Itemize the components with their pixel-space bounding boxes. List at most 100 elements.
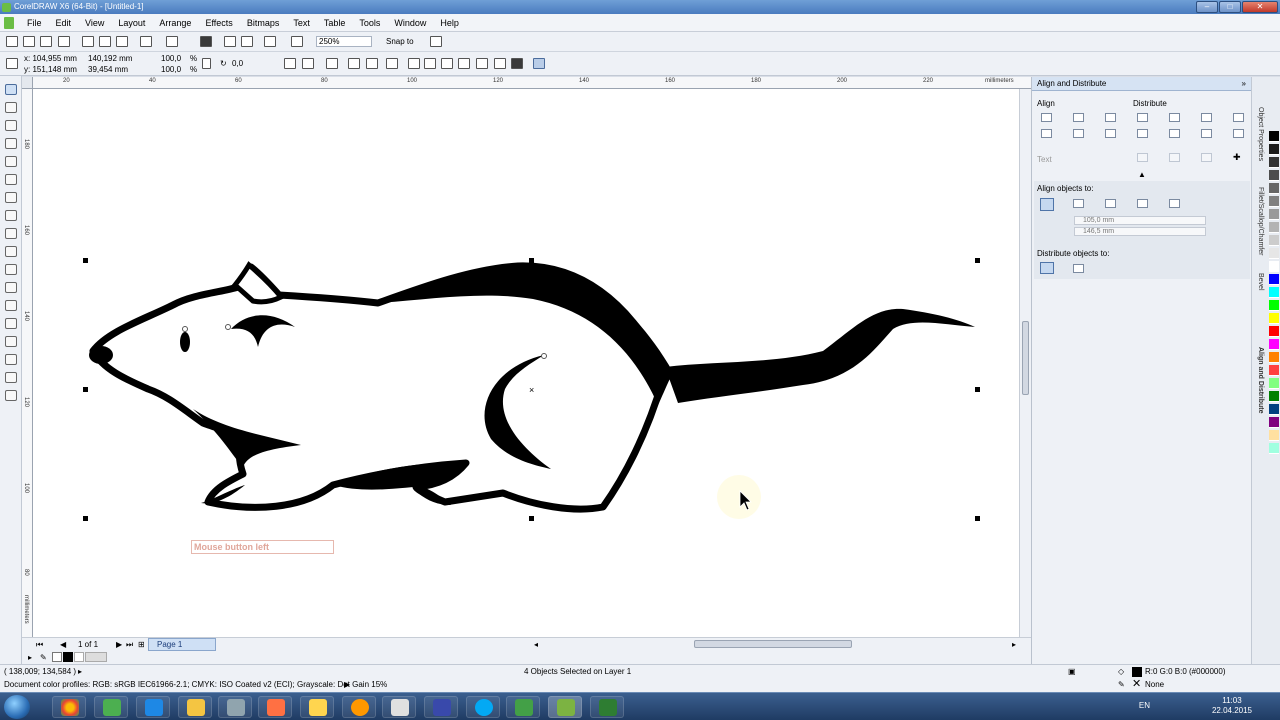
taskbar-camtasia[interactable] <box>506 696 540 718</box>
mirror-horizontal-icon[interactable] <box>284 58 296 69</box>
tab-bevel[interactable]: Bevel <box>1254 273 1266 291</box>
selection-handle-tr[interactable] <box>975 258 980 263</box>
paste-icon[interactable] <box>116 36 128 47</box>
align-right-icon[interactable] <box>1105 113 1116 122</box>
taskbar-camtasia-recorder[interactable] <box>590 696 624 718</box>
object-origin-icon[interactable] <box>6 58 18 69</box>
smart-fill-tool-icon[interactable] <box>5 174 17 185</box>
profiles-arrow-icon[interactable]: ▶ <box>344 680 350 690</box>
distribute-left-icon[interactable] <box>1137 113 1148 122</box>
palette-swatch[interactable] <box>1269 339 1279 350</box>
system-clock[interactable]: 11:03 22.04.2015 <box>1212 696 1252 716</box>
maximize-button[interactable]: □ <box>1219 1 1241 13</box>
taskbar-firefox[interactable] <box>342 696 376 718</box>
cursor-menu-icon[interactable]: ▸ <box>78 667 82 677</box>
weld-icon[interactable] <box>408 58 420 69</box>
align-top-icon[interactable] <box>1041 129 1052 138</box>
ungroup-all-icon[interactable] <box>366 58 378 69</box>
taskbar-1c[interactable] <box>300 696 334 718</box>
tab-object-properties[interactable]: Object Properties <box>1254 107 1266 161</box>
taskbar-app-gray[interactable] <box>218 696 252 718</box>
open-icon[interactable] <box>23 36 35 47</box>
save-icon[interactable] <box>40 36 52 47</box>
page-center-icon[interactable] <box>1105 199 1116 208</box>
eyedropper-tool-icon[interactable] <box>5 354 17 365</box>
cut-icon[interactable] <box>82 36 94 47</box>
palette-swatch[interactable] <box>1269 144 1279 155</box>
import-icon[interactable] <box>224 36 236 47</box>
scale-x-field[interactable]: 100,0 <box>161 54 181 64</box>
palette-swatch[interactable] <box>1269 274 1279 285</box>
freehand-tool-icon[interactable] <box>5 156 17 167</box>
zoom-tool-icon[interactable] <box>5 138 17 149</box>
menu-table[interactable]: Table <box>317 14 353 32</box>
undo-icon[interactable] <box>140 36 152 47</box>
selection-handle-mr[interactable] <box>975 387 980 392</box>
tab-fillet[interactable]: Fillet/Scallop/Chamfer <box>1254 187 1266 255</box>
selection-handle-tm[interactable] <box>529 258 534 263</box>
curve-node[interactable] <box>182 326 188 332</box>
palette-swatch[interactable] <box>1269 326 1279 337</box>
palette-swatch[interactable] <box>1269 365 1279 376</box>
menu-help[interactable]: Help <box>433 14 466 32</box>
drawing-canvas[interactable]: × <box>33 89 1019 637</box>
palette-swatch[interactable] <box>1269 196 1279 207</box>
last-page-button[interactable]: ⏭ <box>126 640 133 650</box>
outline-pen-icon[interactable]: ✎ <box>1118 680 1125 690</box>
taskbar-skype[interactable] <box>466 696 500 718</box>
palette-swatch[interactable] <box>1269 248 1279 259</box>
align-bottom-icon[interactable] <box>1105 129 1116 138</box>
palette-swatch[interactable] <box>1269 300 1279 311</box>
fullscreen-preview-icon[interactable] <box>291 36 303 47</box>
mirror-vertical-icon[interactable] <box>302 58 314 69</box>
pick-tool-icon[interactable] <box>5 84 17 95</box>
ungroup-icon[interactable] <box>348 58 360 69</box>
page-tab[interactable]: Page 1 <box>148 638 216 651</box>
specified-point-icon[interactable] <box>1169 199 1180 208</box>
tab-align-distribute[interactable]: Align and Distribute <box>1254 347 1266 414</box>
outline-tool-icon[interactable] <box>5 372 17 383</box>
distribute-spacing-h-icon[interactable] <box>1201 113 1212 122</box>
redo-icon[interactable] <box>166 36 178 47</box>
palette-swatch[interactable] <box>1269 209 1279 220</box>
color-proof-icon[interactable]: ▣ <box>1068 667 1076 677</box>
taskbar-app-green[interactable] <box>94 696 128 718</box>
ruler-origin[interactable] <box>22 77 33 89</box>
palette-swatch[interactable] <box>1269 183 1279 194</box>
polygon-tool-icon[interactable] <box>5 228 17 239</box>
height-field[interactable]: 39,454 mm <box>88 65 128 75</box>
rat-drawing[interactable]: × <box>33 89 1019 637</box>
active-objects-icon[interactable] <box>1040 198 1054 211</box>
start-button[interactable] <box>4 695 30 719</box>
empty-swatch[interactable] <box>85 652 107 662</box>
taskbar-media-player[interactable] <box>258 696 292 718</box>
selection-handle-bl[interactable] <box>83 516 88 521</box>
curve-node[interactable] <box>225 324 231 330</box>
color-profiles-info[interactable]: Document color profiles: RGB: sRGB IEC61… <box>4 680 387 690</box>
fill-swatch[interactable] <box>1132 667 1142 677</box>
palette-swatch[interactable] <box>1269 443 1279 454</box>
prev-page-button[interactable]: ◀ <box>60 640 66 650</box>
menu-effects[interactable]: Effects <box>198 14 239 32</box>
distribute-top-icon[interactable] <box>1137 129 1148 138</box>
curve-node[interactable] <box>541 353 547 359</box>
close-button[interactable]: ✕ <box>1242 1 1278 13</box>
blend-tool-icon[interactable] <box>5 336 17 347</box>
horizontal-ruler[interactable]: 20 40 60 80 100 120 140 160 180 200 220 … <box>33 77 1031 89</box>
align-distribute-icon[interactable] <box>533 58 545 69</box>
palette-swatch[interactable] <box>1269 404 1279 415</box>
palette-swatch[interactable] <box>1269 235 1279 246</box>
selection-handle-tl[interactable] <box>83 258 88 263</box>
eyedropper-icon[interactable]: ✎ <box>40 653 47 663</box>
palette-swatch[interactable] <box>1269 157 1279 168</box>
selection-handle-ml[interactable] <box>83 387 88 392</box>
taskbar-explorer[interactable] <box>178 696 212 718</box>
palette-swatch[interactable] <box>1269 391 1279 402</box>
ellipse-tool-icon[interactable] <box>5 210 17 221</box>
front-minus-back-icon[interactable] <box>476 58 488 69</box>
scroll-right-button[interactable]: ▸ <box>1012 640 1016 650</box>
crop-tool-icon[interactable] <box>5 120 17 131</box>
zoom-level-field[interactable]: 250% <box>316 36 372 47</box>
distribute-middle-icon[interactable] <box>1169 129 1180 138</box>
fill-tool-icon[interactable] <box>5 390 17 401</box>
